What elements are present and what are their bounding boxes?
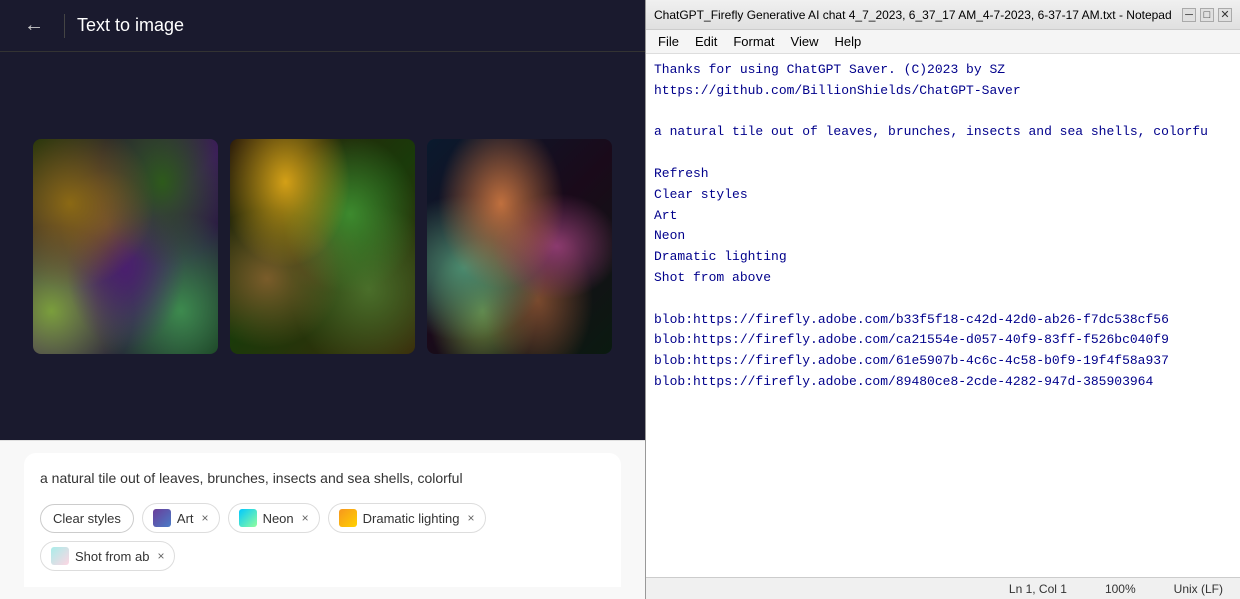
prompt-text: a natural tile out of leaves, brunches, …: [40, 469, 605, 489]
menu-help[interactable]: Help: [826, 32, 869, 51]
menu-edit[interactable]: Edit: [687, 32, 725, 51]
tag-art-close[interactable]: ×: [202, 511, 209, 525]
neon-icon: [239, 509, 257, 527]
tag-art[interactable]: Art ×: [142, 503, 220, 533]
tag-neon-close[interactable]: ×: [302, 511, 309, 525]
generated-image-2[interactable]: [230, 139, 415, 354]
encoding: Unix (LF): [1165, 579, 1232, 599]
header-divider: [64, 14, 65, 38]
firefly-header: ← Text to image: [0, 0, 645, 52]
prompt-area: a natural tile out of leaves, brunches, …: [24, 453, 621, 587]
notepad-menubar: File Edit Format View Help: [646, 30, 1240, 54]
tag-neon-label: Neon: [263, 511, 294, 526]
close-button[interactable]: ✕: [1218, 8, 1232, 22]
images-area: [0, 52, 645, 440]
notepad-statusbar: Ln 1, Col 1 100% Unix (LF): [646, 577, 1240, 599]
notepad-controls: ─ □ ✕: [1182, 8, 1232, 22]
page-title: Text to image: [77, 15, 184, 36]
tag-art-label: Art: [177, 511, 194, 526]
generated-image-3[interactable]: [427, 139, 612, 354]
firefly-bottom: a natural tile out of leaves, brunches, …: [0, 440, 645, 599]
menu-format[interactable]: Format: [725, 32, 782, 51]
notepad-content[interactable]: Thanks for using ChatGPT Saver. (C)2023 …: [646, 54, 1240, 577]
back-button[interactable]: ←: [16, 10, 52, 41]
maximize-button[interactable]: □: [1200, 8, 1214, 22]
menu-file[interactable]: File: [650, 32, 687, 51]
clear-styles-button[interactable]: Clear styles: [40, 504, 134, 533]
firefly-panel: ← Text to image a natural tile out of le…: [0, 0, 645, 599]
notepad-title: ChatGPT_Firefly Generative AI chat 4_7_2…: [654, 8, 1172, 22]
zoom-level: 100%: [1096, 579, 1145, 599]
tag-shot-label: Shot from ab: [75, 549, 149, 564]
tag-dramatic-label: Dramatic lighting: [363, 511, 460, 526]
style-tags-container: Clear styles Art × Neon × Dramatic light…: [40, 503, 605, 571]
shot-icon: [51, 547, 69, 565]
tag-dramatic-close[interactable]: ×: [467, 511, 474, 525]
art-icon: [153, 509, 171, 527]
cursor-position: Ln 1, Col 1: [1000, 579, 1076, 599]
menu-view[interactable]: View: [783, 32, 827, 51]
dramatic-icon: [339, 509, 357, 527]
notepad-titlebar: ChatGPT_Firefly Generative AI chat 4_7_2…: [646, 0, 1240, 30]
tag-neon[interactable]: Neon ×: [228, 503, 320, 533]
generated-image-1[interactable]: [33, 139, 218, 354]
tag-dramatic[interactable]: Dramatic lighting ×: [328, 503, 486, 533]
tag-shot-close[interactable]: ×: [157, 549, 164, 563]
minimize-button[interactable]: ─: [1182, 8, 1196, 22]
tag-shot[interactable]: Shot from ab ×: [40, 541, 175, 571]
notepad-panel: ChatGPT_Firefly Generative AI chat 4_7_2…: [645, 0, 1240, 599]
